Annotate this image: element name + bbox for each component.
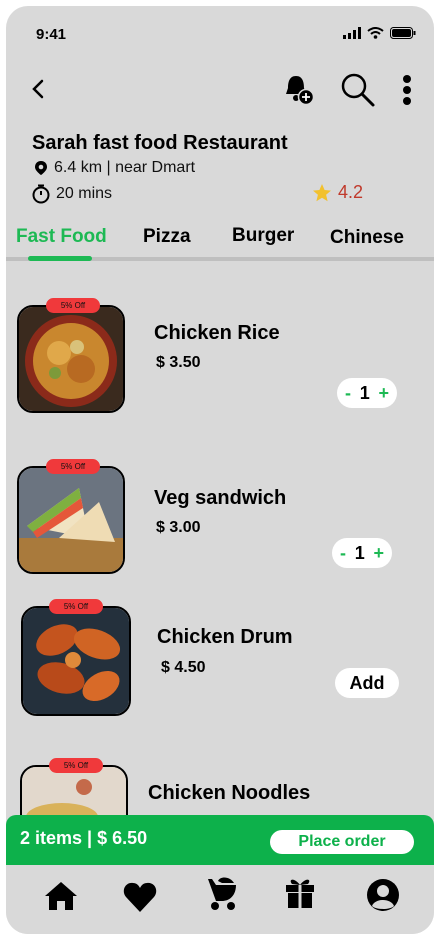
- heart-icon[interactable]: [123, 881, 157, 913]
- discount-badge: 5% Off: [49, 599, 103, 614]
- tab-pizza[interactable]: Pizza: [143, 226, 191, 248]
- order-bar: 2 items | $ 6.50 Place order: [6, 815, 434, 865]
- quantity-value: 1: [354, 542, 365, 563]
- tab-fast-food[interactable]: Fast Food: [16, 226, 107, 248]
- decrease-button[interactable]: -: [340, 543, 346, 564]
- active-tab-indicator: [28, 256, 92, 261]
- stroller-icon[interactable]: [204, 875, 240, 911]
- status-time: 9:41: [36, 26, 67, 43]
- item-price: $ 4.50: [161, 659, 206, 676]
- chicken-drum-image: [21, 606, 131, 716]
- item-price: $ 3.50: [156, 354, 201, 371]
- bottom-nav: [6, 865, 434, 934]
- item-name: Chicken Drum: [157, 626, 293, 648]
- discount-badge: 5% Off: [46, 298, 100, 313]
- phone-screen: 9:41 Sarah fast food Restaurant 6.4 km |…: [6, 6, 434, 934]
- quantity-stepper: - 1 +: [337, 378, 397, 408]
- distance-row: 6.4 km | near Dmart: [34, 159, 195, 177]
- home-icon[interactable]: [44, 880, 78, 912]
- quantity-value: 1: [359, 382, 370, 403]
- search-icon[interactable]: [340, 72, 376, 108]
- discount-badge: 5% Off: [49, 758, 103, 773]
- discount-badge: 5% Off: [46, 459, 100, 474]
- item-name: Chicken Noodles: [148, 782, 311, 804]
- item-name: Chicken Rice: [154, 322, 280, 344]
- back-icon[interactable]: [30, 78, 46, 100]
- time-row: 20 mins: [32, 184, 112, 204]
- time-text: 20 mins: [56, 185, 113, 202]
- bell-add-icon[interactable]: [282, 72, 316, 106]
- place-order-button[interactable]: Place order: [270, 830, 414, 854]
- more-icon[interactable]: [402, 74, 412, 106]
- order-summary: 2 items | $ 6.50: [20, 828, 148, 848]
- star-icon: [313, 183, 331, 201]
- decrease-button[interactable]: -: [345, 383, 351, 404]
- battery-icon: [390, 27, 416, 39]
- veg-sandwich-image: [17, 466, 125, 574]
- location-icon: [35, 161, 47, 175]
- profile-icon[interactable]: [366, 878, 400, 912]
- tab-chinese[interactable]: Chinese: [330, 227, 404, 249]
- item-price: $ 3.00: [156, 519, 201, 536]
- chicken-rice-image: [17, 305, 125, 413]
- item-name: Veg sandwich: [154, 487, 287, 509]
- restaurant-name: Sarah fast food Restaurant: [32, 132, 288, 154]
- signal-icon: [343, 27, 361, 39]
- increase-button[interactable]: +: [373, 543, 384, 564]
- clock-icon: [32, 184, 50, 204]
- tab-burger[interactable]: Burger: [232, 225, 294, 247]
- add-button[interactable]: Add: [335, 668, 399, 698]
- wifi-icon: [367, 27, 384, 39]
- distance-text: 6.4 km | near Dmart: [54, 159, 196, 176]
- rating: 4.2: [312, 182, 363, 203]
- status-icons: [343, 27, 416, 39]
- rating-value: 4.2: [338, 182, 364, 202]
- increase-button[interactable]: +: [378, 383, 389, 404]
- quantity-stepper: - 1 +: [332, 538, 392, 568]
- gift-icon[interactable]: [284, 875, 316, 909]
